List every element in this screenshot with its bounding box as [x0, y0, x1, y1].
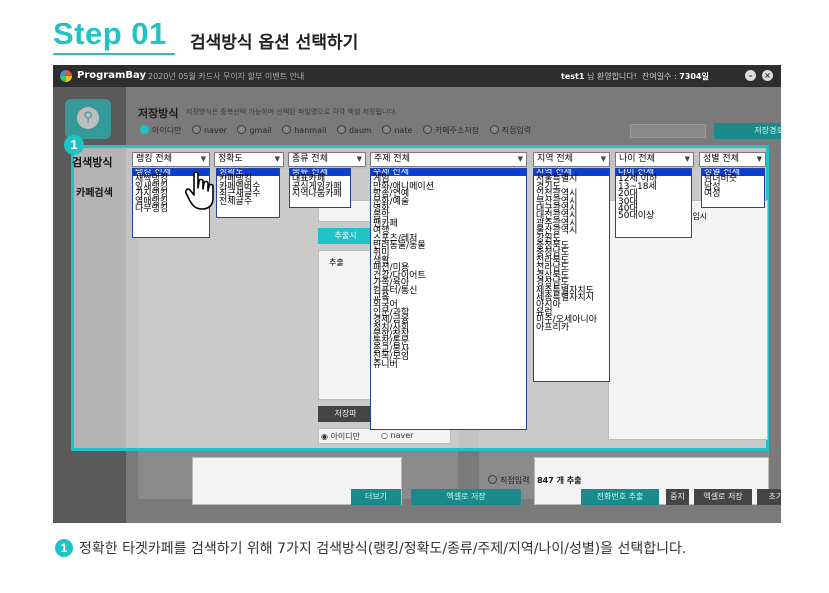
- list-item[interactable]: 아프리카: [534, 323, 609, 333]
- ranking-select[interactable]: 랭킹 전체 ▼: [132, 152, 210, 167]
- gender-select-value: 성별 전체: [703, 154, 739, 164]
- type-list[interactable]: 종류 전체 대표카페 공식게임카페 지역나눔카페: [289, 168, 351, 208]
- add-button[interactable]: 추출시: [318, 228, 373, 244]
- radio-id-only-label: 아이디만: [330, 432, 360, 441]
- minimize-icon[interactable]: –: [745, 70, 756, 81]
- topic-select-value: 주제 전체: [374, 154, 410, 164]
- type-select[interactable]: 종류 전체 ▼: [288, 152, 366, 167]
- save-option-nate[interactable]: nate: [382, 126, 412, 135]
- save-option-gmail[interactable]: gmail: [237, 126, 271, 135]
- gender-list[interactable]: 성별 전체 남녀비슷 남성 여성: [701, 168, 765, 208]
- age-select-value: 나이 전체: [619, 154, 655, 164]
- step-title: Step 01: [53, 16, 167, 51]
- bg-list: 추출: [318, 250, 373, 400]
- chevron-down-icon: ▼: [517, 155, 523, 163]
- direct-input-label: 직접입력: [500, 476, 530, 485]
- close-icon[interactable]: ×: [762, 70, 773, 81]
- more-button[interactable]: 더보기: [351, 489, 401, 505]
- chevron-down-icon: ▼: [200, 155, 206, 163]
- radio-id-only[interactable]: ◉ 아이디만: [321, 431, 360, 442]
- ranking-select-value: 랭킹 전체: [136, 154, 172, 164]
- cafe-search-label: 카페검색: [76, 188, 113, 199]
- title-bar: ProgramBay 2020년 05월 카드사 무이자 할부 이벤트 안내 t…: [53, 65, 781, 87]
- list-item[interactable]: 50대이상: [616, 212, 691, 222]
- list-item[interactable]: 여성: [702, 189, 764, 199]
- list-item[interactable]: 영화: [371, 204, 526, 214]
- region-list[interactable]: 지역 전체 서울특별시 경기도 인천광역시 부산광역시 대구광역시 대전광역시 광주광역시 울산…: [533, 168, 610, 382]
- search-method-label: 검색방식: [72, 156, 113, 169]
- age-list[interactable]: 나이 전체 12세 이하 13~18세 20대 30대 40대 50대이상: [615, 168, 692, 238]
- user-greeting: test1 님 환영합니다! 잔여일수 : 7304일: [561, 71, 709, 82]
- reset-button[interactable]: 초기화: [757, 489, 781, 505]
- radio-naver[interactable]: ○ naver: [381, 431, 413, 440]
- chevron-down-icon: ▼: [274, 155, 280, 163]
- list-item[interactable]: 쥬니버: [371, 360, 526, 370]
- save-path-input[interactable]: [630, 124, 706, 138]
- type-select-value: 종류 전체: [292, 154, 328, 164]
- list-item[interactable]: 주제 전체: [371, 169, 526, 177]
- phone-extract-button[interactable]: 전화번호 추출: [581, 489, 659, 505]
- list-item[interactable]: 팬카페: [371, 219, 526, 229]
- hand-cursor-icon: [185, 171, 214, 210]
- save-option-cafe-url[interactable]: 카페주소저장: [423, 126, 479, 135]
- excel-save-button[interactable]: 엑셀로 저장: [411, 489, 521, 505]
- footnote-text: 정확한 타겟카페를 검색하기 위해 7가지 검색방식(랭킹/정확도/종류/주제/…: [79, 541, 687, 557]
- list-item[interactable]: 취미: [371, 249, 526, 259]
- chevron-down-icon: ▼: [356, 155, 362, 163]
- save-option-naver[interactable]: naver: [192, 126, 227, 135]
- save-method-label: 저장방식: [138, 107, 179, 120]
- save-path-button[interactable]: 저장경로: [714, 123, 781, 139]
- app-name: ProgramBay: [77, 70, 146, 81]
- save-pane-button[interactable]: 저장파: [318, 406, 373, 422]
- list-item[interactable]: 문화/예술: [371, 197, 526, 207]
- stop-button[interactable]: 중지: [666, 489, 689, 505]
- programbay-logo-icon: [60, 70, 72, 82]
- list-item[interactable]: 컴퓨터/통신: [371, 286, 526, 296]
- user-id: test1: [561, 72, 585, 81]
- step-badge: 1: [64, 135, 84, 155]
- days-value: 7304일: [679, 72, 709, 81]
- extract-count: 847 개 추출: [537, 476, 582, 485]
- save-method-note: 저장방식은 중복선택 가능하며 선택된 파일명으로 각각 엑셀 저장됩니다.: [186, 108, 397, 116]
- accuracy-select[interactable]: 정확도 ▼: [214, 152, 284, 167]
- region-select-value: 지역 전체: [537, 154, 573, 164]
- extract-label: 추출: [329, 258, 344, 267]
- age-select[interactable]: 나이 전체 ▼: [615, 152, 694, 167]
- chevron-down-icon: ▼: [600, 155, 606, 163]
- magnifier-icon: ⚲: [77, 107, 99, 129]
- radio-naver-label: naver: [390, 431, 414, 440]
- chevron-down-icon: ▼: [756, 155, 762, 163]
- step-underline: [53, 53, 175, 55]
- chevron-down-icon: ▼: [684, 155, 690, 163]
- excel-save-button-2[interactable]: 엑셀로 저장: [694, 489, 752, 505]
- list-item[interactable]: 전체글수: [217, 197, 279, 207]
- footnote-badge: 1: [55, 539, 73, 557]
- event-notice-link[interactable]: 2020년 05월 카드사 무이자 할부 이벤트 안내: [148, 71, 304, 82]
- save-options: 아이디만 naver gmail hanmail daum nate 카페주소저…: [140, 125, 539, 136]
- save-option-daum[interactable]: daum: [337, 126, 372, 135]
- save-option-hanmail[interactable]: hanmail: [282, 126, 326, 135]
- topic-select[interactable]: 주제 전체 ▼: [370, 152, 527, 167]
- welcome-text: 님 환영합니다!: [586, 72, 637, 81]
- save-option-id-only[interactable]: 아이디만: [140, 126, 181, 135]
- gender-select[interactable]: 성별 전체 ▼: [699, 152, 766, 167]
- list-item[interactable]: 반려동물/동물: [371, 241, 526, 251]
- days-label: 잔여일수 :: [641, 72, 677, 81]
- region-select[interactable]: 지역 전체 ▼: [533, 152, 610, 167]
- accuracy-select-value: 정확도: [218, 154, 243, 164]
- search-logo-tile[interactable]: ⚲: [65, 99, 111, 139]
- accuracy-list[interactable]: 정확도 카페랭킹 카페멤버수 최근새글수 전체글수: [216, 168, 280, 218]
- topic-list[interactable]: 주제 전체 게임 만화/애니메이션 방송/연예 문화/예술 영화 음악 팬카페 여행 스포츠/레저…: [370, 168, 527, 430]
- save-option-direct-input[interactable]: 직접입력: [490, 126, 531, 135]
- step-description: 검색방식 옵션 선택하기: [190, 33, 359, 53]
- list-item[interactable]: 지역나눔카페: [290, 189, 350, 199]
- footnote: 1 정확한 타겟카페를 검색하기 위해 7가지 검색방식(랭킹/정확도/종류/주제…: [55, 538, 686, 558]
- direct-input-radio[interactable]: 직접입력 847 개 추출: [488, 475, 581, 486]
